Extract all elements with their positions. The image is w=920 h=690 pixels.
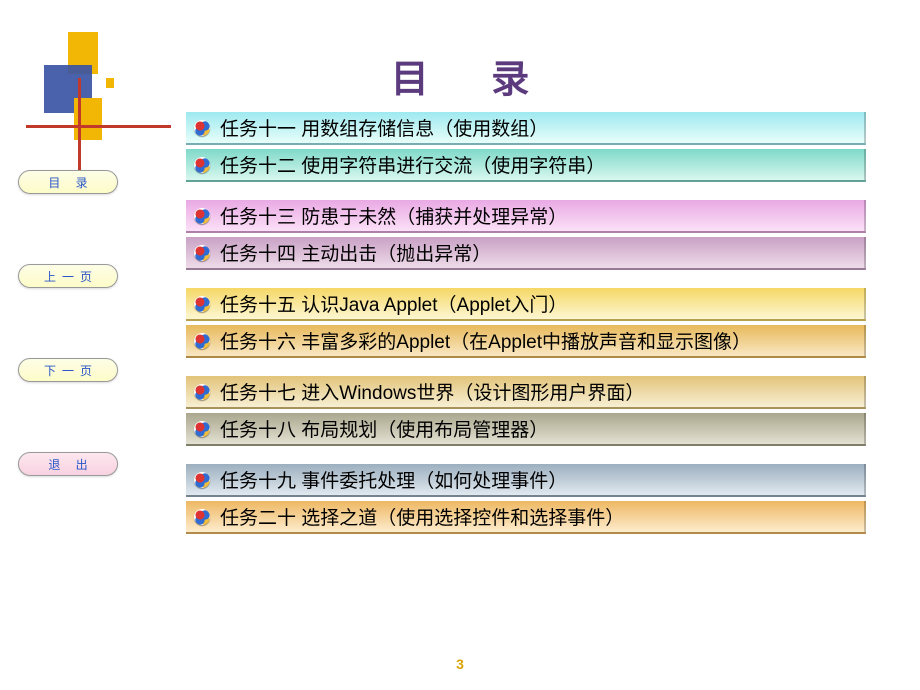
deco-line bbox=[26, 125, 171, 128]
next-button[interactable]: 下一页 bbox=[18, 358, 118, 382]
toc-label: 任务十一 用数组存储信息（使用数组） bbox=[220, 114, 548, 141]
toc-item-18[interactable]: 任务十八 布局规划（使用布局管理器） bbox=[186, 413, 866, 446]
toc-item-17[interactable]: 任务十七 进入Windows世界（设计图形用户界面） bbox=[186, 376, 866, 409]
toc-list: 任务十一 用数组存储信息（使用数组） 任务十二 使用字符串进行交流（使用字符串）… bbox=[186, 112, 886, 534]
toc-item-19[interactable]: 任务十九 事件委托处理（如何处理事件） bbox=[186, 464, 866, 497]
toc-label: 任务十四 主动出击（抛出异常） bbox=[220, 239, 491, 266]
toc-item-15[interactable]: 任务十五 认识Java Applet（Applet入门） bbox=[186, 288, 866, 321]
bullet-icon bbox=[194, 333, 210, 349]
toc-label: 任务十二 使用字符串进行交流（使用字符串） bbox=[220, 151, 605, 178]
sidebar-nav: 目 录 上一页 下一页 退 出 bbox=[18, 170, 120, 476]
bullet-icon bbox=[194, 296, 210, 312]
toc-label: 任务十三 防患于未然（捕获并处理异常） bbox=[220, 202, 567, 229]
toc-item-16[interactable]: 任务十六 丰富多彩的Applet（在Applet中播放声音和显示图像） bbox=[186, 325, 866, 358]
bullet-icon bbox=[194, 384, 210, 400]
toc-label: 任务十五 认识Java Applet（Applet入门） bbox=[220, 290, 567, 317]
bullet-icon bbox=[194, 472, 210, 488]
bullet-icon bbox=[194, 120, 210, 136]
toc-label: 任务十八 布局规划（使用布局管理器） bbox=[220, 415, 548, 442]
bullet-icon bbox=[194, 245, 210, 261]
bullet-icon bbox=[194, 509, 210, 525]
toc-item-14[interactable]: 任务十四 主动出击（抛出异常） bbox=[186, 237, 866, 270]
prev-button[interactable]: 上一页 bbox=[18, 264, 118, 288]
toc-label: 任务十六 丰富多彩的Applet（在Applet中播放声音和显示图像） bbox=[220, 327, 751, 354]
bullet-icon bbox=[194, 157, 210, 173]
toc-item-20[interactable]: 任务二十 选择之道（使用选择控件和选择事件） bbox=[186, 501, 866, 534]
toc-item-11[interactable]: 任务十一 用数组存储信息（使用数组） bbox=[186, 112, 866, 145]
toc-label: 任务二十 选择之道（使用选择控件和选择事件） bbox=[220, 503, 624, 530]
page-title: 目 录 bbox=[0, 48, 920, 103]
page-number: 3 bbox=[0, 656, 920, 672]
toc-label: 任务十九 事件委托处理（如何处理事件） bbox=[220, 466, 567, 493]
bullet-icon bbox=[194, 208, 210, 224]
toc-item-12[interactable]: 任务十二 使用字符串进行交流（使用字符串） bbox=[186, 149, 866, 182]
exit-button[interactable]: 退 出 bbox=[18, 452, 118, 476]
toc-button[interactable]: 目 录 bbox=[18, 170, 118, 194]
toc-item-13[interactable]: 任务十三 防患于未然（捕获并处理异常） bbox=[186, 200, 866, 233]
bullet-icon bbox=[194, 421, 210, 437]
toc-label: 任务十七 进入Windows世界（设计图形用户界面） bbox=[220, 378, 644, 405]
